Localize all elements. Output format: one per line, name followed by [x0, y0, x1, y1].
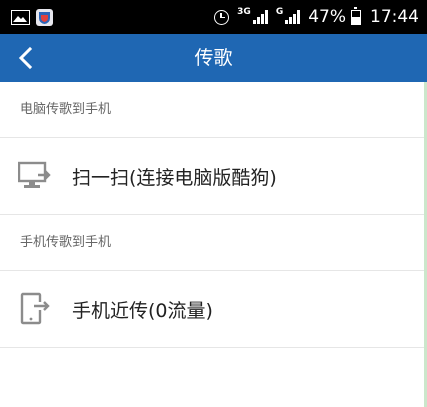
network-type-2: G: [275, 7, 284, 17]
signal-icon: [252, 10, 268, 24]
battery-icon: [351, 6, 361, 25]
signal-icon-2: [285, 10, 301, 24]
section-header-phone: 手机传歌到手机: [0, 215, 427, 271]
monitor-transfer-icon: [18, 161, 52, 191]
app-bar: 传歌: [0, 34, 427, 82]
phone-near-transfer-item[interactable]: 手机近传(0流量): [0, 271, 427, 348]
image-icon: [11, 9, 30, 25]
network-type-1: 3G: [237, 7, 251, 17]
scan-connect-pc-item[interactable]: 扫一扫(连接电脑版酷狗): [0, 138, 427, 215]
phone-near-transfer-label: 手机近传(0流量): [72, 299, 213, 322]
page-title: 传歌: [194, 47, 233, 69]
transfer-options: 电脑传歌到手机 扫一扫(连接电脑版酷狗) 手机传歌到手机 手机近传(0流量): [0, 82, 427, 348]
status-bar: 3G G 47% 17:44: [0, 0, 427, 34]
scan-connect-pc-label: 扫一扫(连接电脑版酷狗): [72, 166, 277, 189]
app-icon: [36, 8, 53, 26]
section-header-pc: 电脑传歌到手机: [0, 82, 427, 138]
battery-percent: 47%: [308, 7, 346, 27]
alarm-icon: [214, 9, 230, 25]
status-time: 17:44: [370, 7, 419, 27]
phone-transfer-icon: [18, 292, 52, 326]
